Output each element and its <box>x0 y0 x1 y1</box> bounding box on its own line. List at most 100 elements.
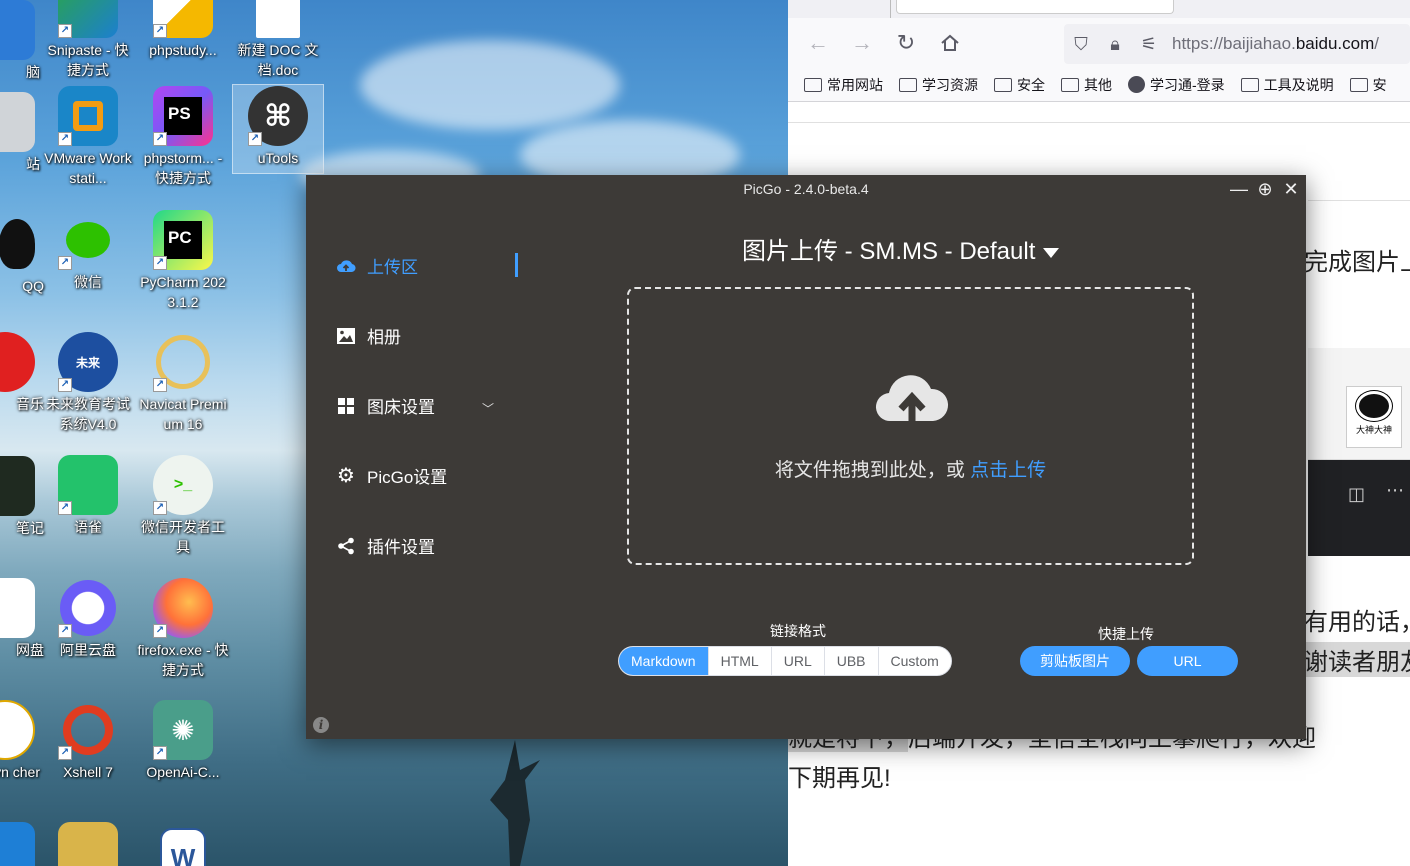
wechat-devtools-icon: >_ ↗ <box>153 455 213 515</box>
sidebar-item-plugins[interactable]: 插件设置 <box>336 533 435 558</box>
folder-icon <box>994 77 1012 92</box>
desktop-icon-wechat[interactable]: ↗ 微信 <box>41 210 135 292</box>
qq-icon <box>0 214 35 274</box>
desktop-icon-wechatdev[interactable]: >_ ↗ 微信开发者工具 <box>136 455 230 557</box>
vmware-icon: ↗ <box>58 86 118 146</box>
desktop-icon-firefox[interactable]: ↗ firefox.exe - 快捷方式 <box>136 578 230 680</box>
format-option-html[interactable]: HTML <box>709 647 772 675</box>
launcher-icon <box>0 700 35 760</box>
divider <box>1308 200 1410 201</box>
phpstorm-icon: PS ↗ <box>153 86 213 146</box>
url-text: https://baijiahao.baidu.com/ <box>1172 34 1379 53</box>
divider <box>788 122 1410 123</box>
window-title: PicGo - 2.4.0-beta.4 <box>743 181 869 197</box>
click-upload-link[interactable]: 点击上传 <box>970 460 1046 481</box>
openai-icon: ✺ ↗ <box>153 700 213 760</box>
plus-circle-icon: ⊕ <box>1257 179 1273 199</box>
url-upload-button[interactable]: URL <box>1137 646 1238 676</box>
split-view-icon[interactable]: ◫ <box>1348 484 1365 505</box>
yuque-icon: ↗ <box>58 455 118 515</box>
folder-icon <box>1240 77 1259 92</box>
url-bar[interactable]: ⛉ 🔒︎ ⚟ https://baijiahao.baidu.com/ <box>1064 24 1410 64</box>
folder-icon <box>1061 77 1079 92</box>
bookmark-folder[interactable]: 工具及说明 <box>1240 75 1334 95</box>
grid-icon <box>336 396 356 416</box>
utools-icon: ⌘ ↗ <box>248 86 308 146</box>
format-option-custom[interactable]: Custom <box>879 647 951 675</box>
desktop-icon-newdoc[interactable]: 新建 DOC 文档.doc <box>231 0 325 80</box>
title-bar[interactable]: PicGo - 2.4.0-beta.4 — ⊕ ✕ <box>306 175 1306 203</box>
bookmark-folder[interactable]: 学习资源 <box>899 75 978 95</box>
desktop-icon-vmware[interactable]: ↗ VMware Workstati... <box>41 86 135 188</box>
desktop-icon-openai[interactable]: ✺ ↗ OpenAi-C... <box>136 700 230 782</box>
desktop-icon-yuque[interactable]: ↗ 语雀 <box>41 455 135 537</box>
folder-icon <box>804 77 822 92</box>
desktop-icon-phpstudy[interactable]: ↗ phpstudy... <box>136 0 230 60</box>
bookmark-folder[interactable]: 常用网站 <box>804 75 883 95</box>
desktop-icon-xshell[interactable]: ↗ Xshell 7 <box>41 700 135 782</box>
arrow-right-icon: → <box>851 30 873 55</box>
back-button[interactable]: ← <box>796 25 840 61</box>
folder-icon <box>899 77 917 92</box>
format-option-ubb[interactable]: UBB <box>825 647 879 675</box>
desktop-icon-future[interactable]: 未来 ↗ 未来教育考试系统V4.0 <box>41 332 135 434</box>
bookmark-folder[interactable]: 其他 <box>1061 75 1112 95</box>
format-option-markdown[interactable]: Markdown <box>619 647 709 675</box>
shortcut-arrow-icon: ↗ <box>153 24 167 38</box>
music-icon <box>0 332 35 392</box>
shortcut-arrow-icon: ↗ <box>153 256 167 270</box>
bookmark-folder[interactable]: 安全 <box>994 75 1045 95</box>
shortcut-arrow-icon: ↗ <box>153 501 167 515</box>
upload-dropzone[interactable]: 将文件拖拽到此处，或 点击上传 <box>627 287 1194 565</box>
reload-button[interactable]: ↻ <box>884 25 928 61</box>
cloud <box>360 40 620 130</box>
picgo-window: PicGo - 2.4.0-beta.4 — ⊕ ✕ 上传区 相册 图床设置 ﹀… <box>306 175 1306 739</box>
sidebar-item-album[interactable]: 相册 <box>336 323 401 348</box>
xshell-icon: ↗ <box>58 700 118 760</box>
browser-tab[interactable] <box>896 0 1174 14</box>
home-button[interactable] <box>928 25 972 61</box>
format-option-url[interactable]: URL <box>772 647 825 675</box>
sidebar-item-picbed[interactable]: 图床设置 <box>336 393 435 418</box>
picbed-selector[interactable]: 图片上传 - SM.MS - Default <box>742 231 1060 266</box>
tab-separator <box>890 0 891 18</box>
desktop-icon-partial[interactable]: W <box>136 828 230 866</box>
forward-button[interactable]: → <box>840 25 884 61</box>
phpstudy-icon: ↗ <box>153 0 213 38</box>
image-header: 大神大神 <box>1308 348 1410 460</box>
more-icon[interactable]: ⋯ <box>1386 480 1404 501</box>
arrow-left-icon: ← <box>807 30 829 55</box>
desktop-icon-partial[interactable] <box>41 822 135 866</box>
desktop-icon-snipaste[interactable]: ↗ Snipaste - 快捷方式 <box>41 0 135 80</box>
pycharm-icon: PC ↗ <box>153 210 213 270</box>
desktop-icon-utools[interactable]: ⌘ ↗ uTools <box>231 86 325 168</box>
permissions-icon[interactable]: ⚟ <box>1132 34 1166 55</box>
drop-hint: 将文件拖拽到此处，或 点击上传 <box>774 460 1047 481</box>
recycle-bin-icon <box>0 92 35 152</box>
minimize-button[interactable]: — <box>1228 178 1250 200</box>
app-icon <box>0 822 35 866</box>
desktop-icon-navicat[interactable]: ↗ Navicat Premium 16 <box>136 332 230 434</box>
pin-button[interactable]: ⊕ <box>1254 178 1276 200</box>
chevron-down-icon[interactable]: ﹀ <box>482 400 494 417</box>
netdisk-icon <box>0 578 35 638</box>
aliyun-drive-icon: ↗ <box>58 578 118 638</box>
panda-face-icon <box>1356 391 1392 421</box>
shield-icon[interactable]: ⛉ <box>1064 34 1098 55</box>
active-indicator <box>515 253 518 277</box>
sidebar-item-settings[interactable]: ⚙ PicGo设置 <box>336 463 447 488</box>
meme-sticker: 大神大神 <box>1346 386 1402 448</box>
clipboard-upload-button[interactable]: 剪贴板图片 <box>1020 646 1130 676</box>
bookmark-link[interactable]: 学习通-登录 <box>1128 75 1225 95</box>
info-icon[interactable]: i <box>313 717 329 733</box>
link-format-group: Markdown HTML URL UBB Custom <box>618 646 952 676</box>
word-doc-icon: W <box>160 828 206 866</box>
bookmark-folder[interactable]: 安 <box>1349 75 1387 95</box>
desktop-icon-aliyun[interactable]: ↗ 阿里云盘 <box>41 578 135 660</box>
desktop-icon-phpstorm[interactable]: PS ↗ phpstorm... - 快捷方式 <box>136 86 230 188</box>
sidebar-item-upload[interactable]: 上传区 <box>336 253 418 278</box>
lock-icon[interactable]: 🔒︎ <box>1098 34 1132 55</box>
link-format-label: 链接格式 <box>770 623 826 639</box>
close-button[interactable]: ✕ <box>1280 178 1302 200</box>
desktop-icon-pycharm[interactable]: PC ↗ PyCharm 2023.1.2 <box>136 210 230 312</box>
